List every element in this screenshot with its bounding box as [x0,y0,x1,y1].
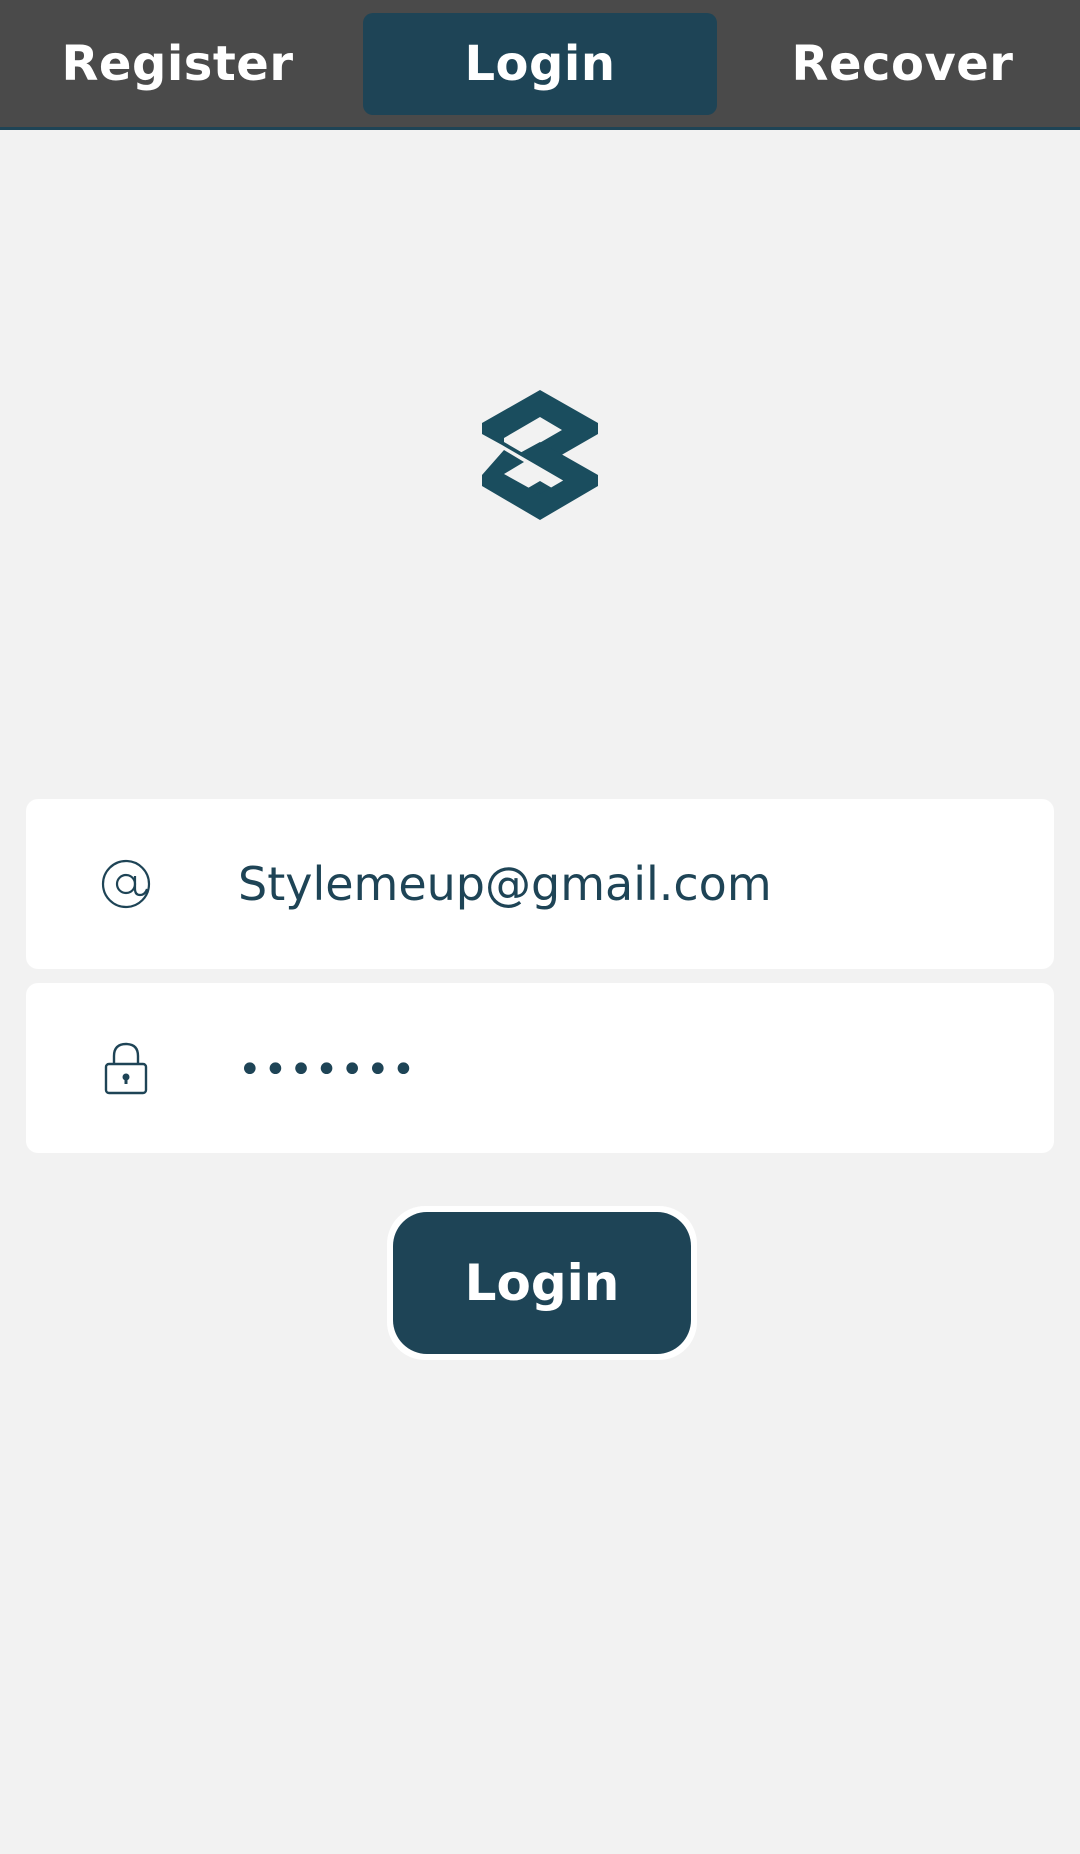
email-value: Stylemeup@gmail.com [238,857,772,911]
s-logo-icon [480,390,600,526]
password-field[interactable]: ••••••• [26,983,1054,1153]
at-sign-icon [100,858,152,910]
login-button[interactable]: Login [387,1206,697,1360]
login-button-label: Login [464,1254,620,1312]
tab-login[interactable]: Login [363,13,717,115]
top-navigation-bar: Register Login Recover [0,0,1080,130]
tab-recover-label: Recover [791,36,1014,92]
login-button-face[interactable]: Login [393,1212,691,1354]
tab-register-label: Register [61,36,294,92]
tab-login-label: Login [464,36,616,92]
password-value: ••••••• [238,1046,418,1093]
email-field[interactable]: Stylemeup@gmail.com [26,799,1054,969]
tab-recover[interactable]: Recover [725,13,1080,115]
lock-icon [103,1041,149,1095]
tab-register[interactable]: Register [0,13,355,115]
